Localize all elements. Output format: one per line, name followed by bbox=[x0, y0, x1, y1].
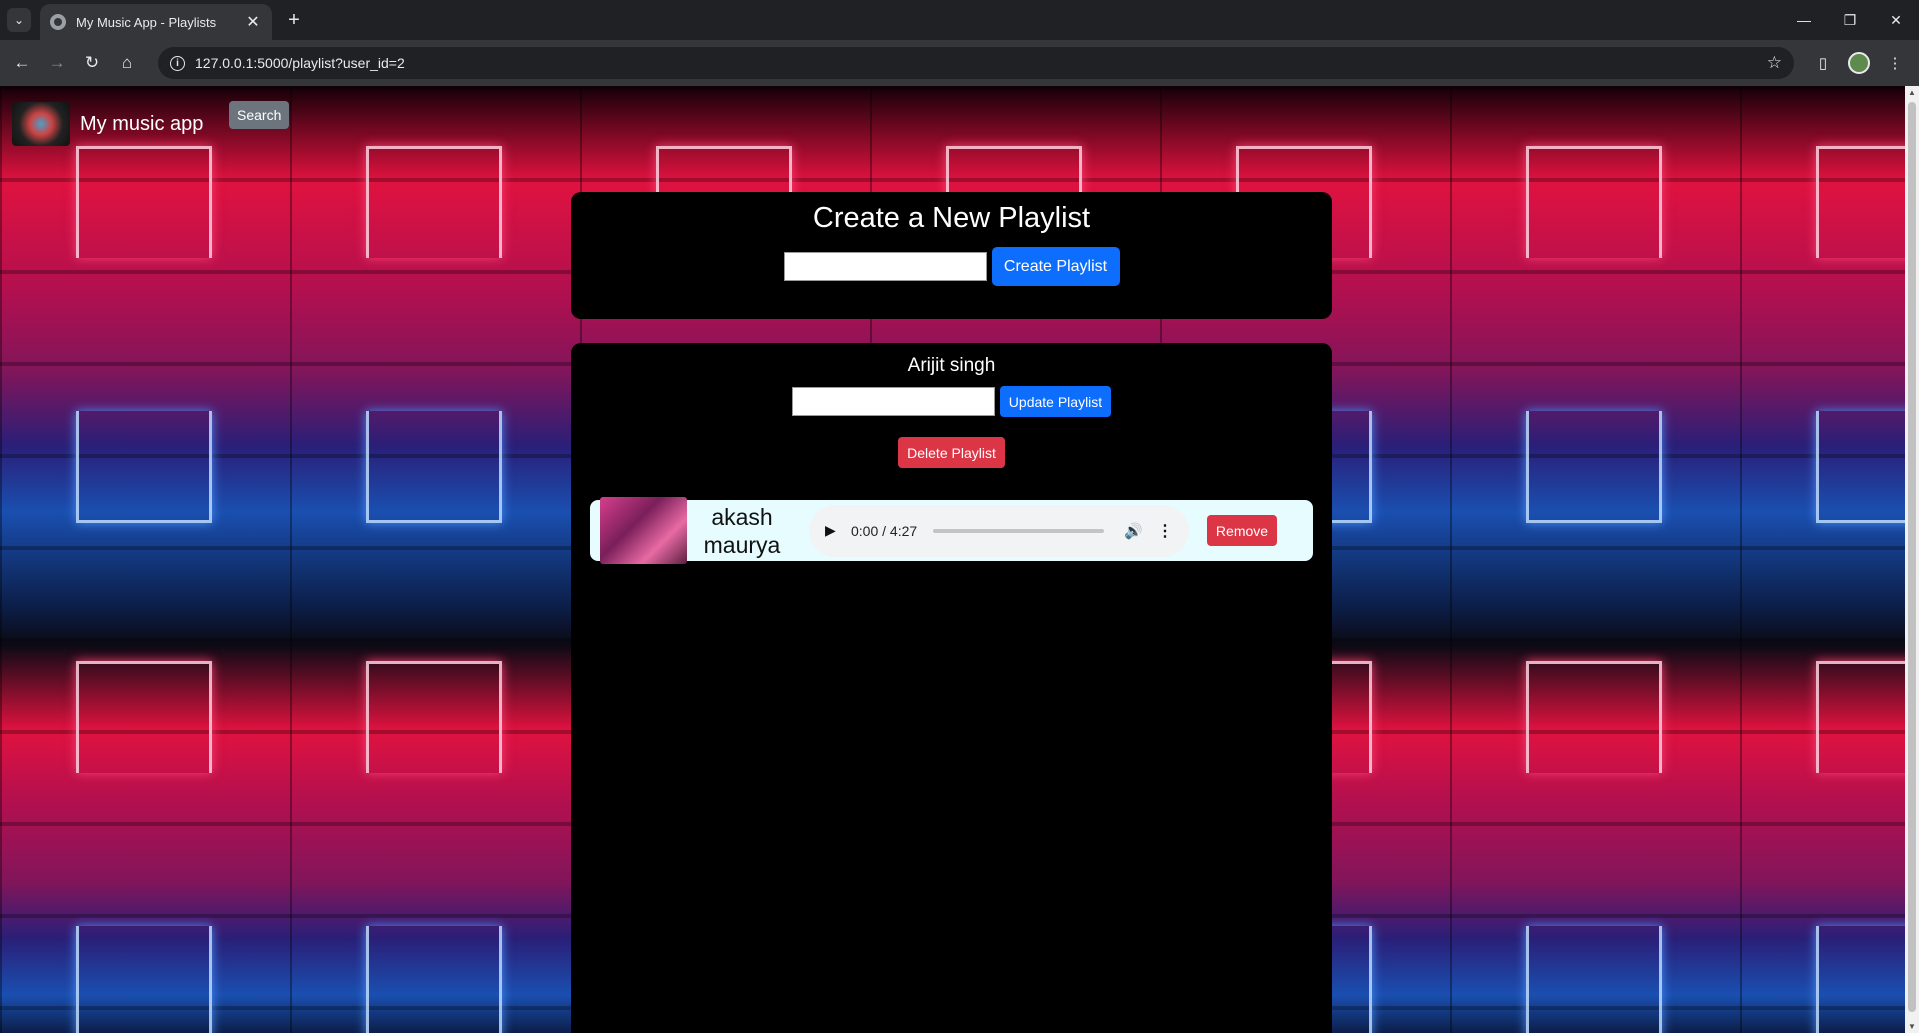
remove-song-button[interactable]: Remove bbox=[1207, 515, 1277, 546]
address-bar[interactable]: i 127.0.0.1:5000/playlist?user_id=2 ☆ bbox=[158, 47, 1794, 79]
neon-decoration bbox=[1816, 926, 1905, 1033]
create-playlist-form: Create Playlist bbox=[571, 247, 1332, 286]
delete-playlist-button[interactable]: Delete Playlist bbox=[898, 437, 1005, 468]
app-logo[interactable] bbox=[12, 102, 70, 146]
tab-active[interactable]: My Music App - Playlists ✕ bbox=[40, 4, 272, 40]
audio-options-icon[interactable]: ⋮ bbox=[1157, 521, 1173, 541]
restore-icon[interactable]: ❐ bbox=[1827, 0, 1873, 40]
page-viewport: My music app Search Create a New Playlis… bbox=[0, 86, 1905, 1033]
delete-playlist-row: Delete Playlist bbox=[571, 437, 1332, 468]
profile-avatar[interactable] bbox=[1845, 49, 1873, 77]
neon-decoration bbox=[1816, 146, 1905, 258]
playlist-name: Arijit singh bbox=[907, 355, 996, 376]
update-playlist-input[interactable] bbox=[792, 387, 995, 416]
neon-decoration bbox=[366, 926, 502, 1033]
neon-decoration bbox=[1816, 411, 1905, 523]
search-button[interactable]: Search bbox=[229, 101, 290, 129]
audio-progress-slider[interactable] bbox=[933, 528, 1105, 533]
neon-decoration bbox=[76, 926, 212, 1033]
tab-search-icon[interactable]: ⌄ bbox=[7, 8, 31, 32]
create-playlist-card: Create a New Playlist Create Playlist bbox=[571, 192, 1332, 319]
bookmark-star-icon[interactable]: ☆ bbox=[1767, 53, 1782, 73]
song-title: akash maurya bbox=[703, 503, 781, 558]
reload-icon[interactable]: ↻ bbox=[79, 50, 105, 76]
scroll-down-icon[interactable]: ▼ bbox=[1908, 1022, 1916, 1031]
window-controls: — ❐ ✕ bbox=[1781, 0, 1919, 40]
browser-toolbar: ← → ↻ ⌂ i 127.0.0.1:5000/playlist?user_i… bbox=[0, 40, 1919, 86]
song-row: akash maurya ▶ 0:00 / 4:27 🔊 ⋮ Remove bbox=[590, 497, 1313, 564]
neon-decoration bbox=[366, 146, 502, 258]
neon-decoration bbox=[366, 661, 502, 773]
play-icon[interactable]: ▶ bbox=[825, 522, 845, 539]
back-icon[interactable]: ← bbox=[9, 50, 35, 76]
neon-decoration bbox=[76, 411, 212, 523]
neon-decoration bbox=[1526, 926, 1662, 1033]
playlist-card: Arijit singh Update Playlist Delete Play… bbox=[571, 343, 1332, 1033]
site-info-icon[interactable]: i bbox=[170, 55, 185, 71]
playlist-name-input[interactable] bbox=[783, 252, 987, 281]
update-playlist-button[interactable]: Update Playlist bbox=[1000, 386, 1111, 417]
volume-icon[interactable]: 🔊 bbox=[1124, 522, 1143, 540]
forward-icon[interactable]: → bbox=[44, 50, 70, 76]
toolbar-right: ▯ ⋮ bbox=[1801, 49, 1909, 77]
globe-icon bbox=[50, 14, 66, 30]
page-scrollbar[interactable]: ▲ ▼ bbox=[1905, 86, 1919, 1033]
close-tab-icon[interactable]: ✕ bbox=[244, 12, 262, 32]
close-window-icon[interactable]: ✕ bbox=[1873, 0, 1919, 40]
scroll-thumb[interactable] bbox=[1908, 102, 1916, 1012]
neon-decoration bbox=[1526, 146, 1662, 258]
neon-decoration bbox=[1816, 661, 1905, 773]
update-playlist-form: Update Playlist bbox=[571, 386, 1332, 417]
neon-decoration bbox=[1526, 411, 1662, 523]
tab-strip: ⌄ My Music App - Playlists ✕ + — ❐ ✕ bbox=[0, 0, 1919, 40]
app-brand[interactable]: My music app bbox=[80, 113, 203, 136]
audio-player: ▶ 0:00 / 4:27 🔊 ⋮ bbox=[809, 504, 1189, 557]
neon-decoration bbox=[76, 661, 212, 773]
new-tab-icon[interactable]: + bbox=[282, 8, 306, 32]
home-icon[interactable]: ⌂ bbox=[114, 50, 140, 76]
tab-title: My Music App - Playlists bbox=[76, 14, 217, 30]
app-navbar: My music app bbox=[12, 102, 203, 146]
create-playlist-title: Create a New Playlist bbox=[812, 202, 1091, 234]
url-text[interactable]: 127.0.0.1:5000/playlist?user_id=2 bbox=[195, 55, 1767, 71]
minimize-icon[interactable]: — bbox=[1781, 0, 1827, 40]
create-playlist-button[interactable]: Create Playlist bbox=[991, 247, 1120, 286]
scroll-up-icon[interactable]: ▲ bbox=[1908, 88, 1916, 97]
neon-decoration bbox=[366, 411, 502, 523]
side-panel-icon[interactable]: ▯ bbox=[1809, 49, 1837, 77]
song-thumbnail bbox=[600, 497, 687, 564]
neon-decoration bbox=[76, 146, 212, 258]
browser-menu-icon[interactable]: ⋮ bbox=[1881, 49, 1909, 77]
neon-decoration bbox=[1526, 661, 1662, 773]
audio-time: 0:00 / 4:27 bbox=[851, 522, 918, 539]
